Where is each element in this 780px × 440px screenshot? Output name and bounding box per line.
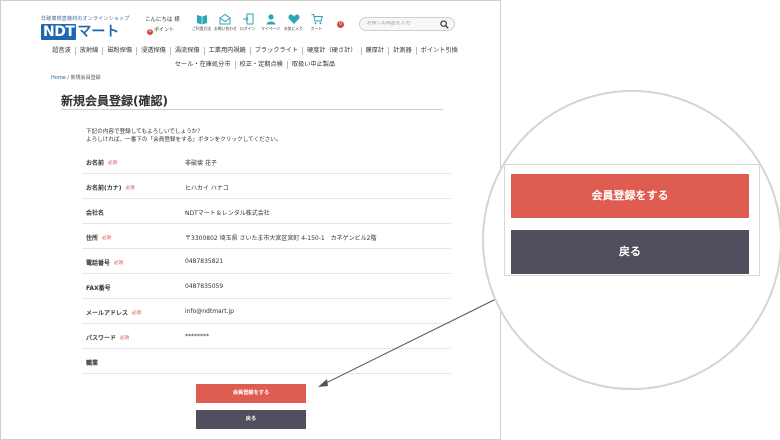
- row-phone: 電話番号 必須 0487835821: [82, 249, 451, 274]
- breadcrumb: Home / 新規会員登録: [51, 74, 101, 81]
- header-guide-link[interactable]: ご利用方法: [191, 13, 212, 32]
- nav-radiation[interactable]: 放射線: [74, 47, 103, 55]
- points-display: 0 ポイント: [147, 26, 174, 35]
- header-favorite-link[interactable]: お気に入り: [283, 13, 304, 32]
- field-label: メールアドレス 必須: [86, 310, 142, 317]
- nav-discontinued[interactable]: 取扱い中止製品: [286, 61, 339, 69]
- nav-calibration[interactable]: 校正・定期点検: [234, 61, 287, 69]
- nav-sale[interactable]: セール・在庫処分市: [171, 61, 235, 69]
- row-occupation: 職業: [82, 349, 451, 374]
- page-screenshot: 非破壊検査機材のオンラインショップ NDT マート こんにちは 様 0 ポイント ご…: [0, 0, 501, 440]
- required-badge: 必須: [114, 261, 124, 266]
- logo-ndt: NDT: [41, 24, 77, 40]
- field-label: お名前 必須: [86, 160, 118, 167]
- search-box: [359, 17, 455, 31]
- cart-count-badge: 0: [337, 21, 344, 28]
- header-cart-link[interactable]: カート: [306, 13, 327, 32]
- site-logo[interactable]: 非破壊検査機材のオンラインショップ NDT マート: [41, 15, 129, 40]
- nav-endoscope[interactable]: 工業用内視鏡: [203, 47, 250, 55]
- field-value: ヒハカイ ハナコ: [185, 185, 229, 192]
- nav-penetrant[interactable]: 浸透探傷: [136, 47, 170, 55]
- nav-point-exchange[interactable]: ポイント引換: [415, 47, 462, 55]
- login-icon: [242, 13, 253, 25]
- field-label: 職業: [86, 360, 99, 367]
- greeting-text: こんにちは 様: [145, 17, 180, 23]
- nav-ultrasonic[interactable]: 超音波: [48, 47, 75, 55]
- mypage-icon: [266, 14, 275, 25]
- row-address: 住所 必須 〒3300802 埼玉県 さいたま市大宮区宮町 4-150-1 カネゲ…: [82, 224, 451, 249]
- field-value: 非破壊 花子: [185, 160, 217, 167]
- register-button[interactable]: 会員登録をする: [196, 384, 306, 403]
- field-value: 0487835059: [185, 283, 224, 290]
- required-badge: 必須: [125, 186, 135, 191]
- guide-icon: [196, 15, 207, 25]
- field-value: 〒3300802 埼玉県 さいたま市大宮区宮町 4-150-1 カネゲンビル2階: [185, 235, 377, 242]
- nav-eddy-current[interactable]: 渦流探傷: [169, 47, 204, 55]
- favorite-icon: [287, 14, 300, 24]
- confirm-table: お名前 必須 非破壊 花子 お名前(カナ) 必須 ヒハカイ ハナコ 会社名 NDTマ…: [82, 149, 451, 374]
- guide-label: ご利用方法: [192, 26, 211, 31]
- required-badge: 必須: [102, 236, 112, 241]
- category-nav-row-1: 超音波 放射線 磁粉探傷 浸透探傷 渦流探傷 工業用内視鏡 ブラックライト 硬度…: [45, 47, 465, 55]
- category-nav-row-2: セール・在庫処分市 校正・定期点検 取扱い中止製品: [45, 61, 465, 69]
- required-badge: 必須: [132, 311, 142, 316]
- points-badge: 0: [147, 29, 153, 35]
- favorite-label: お気に入り: [284, 26, 303, 31]
- field-label: パスワード 必須: [86, 335, 130, 342]
- nav-thickness[interactable]: 膜厚計: [360, 47, 389, 55]
- row-email: メールアドレス 必須 info@ndtmart.jp: [82, 299, 451, 324]
- login-label: ログイン: [239, 26, 256, 31]
- mypage-label: マイページ: [261, 26, 280, 31]
- intro-text: 下記の内容で登録してもよろしいでしょうか？ よろしければ、一番下の「会員登録をす…: [86, 129, 281, 144]
- page-title: 新規会員登録(確認): [61, 94, 168, 108]
- search-input[interactable]: [367, 21, 437, 26]
- back-button[interactable]: 戻る: [196, 410, 306, 429]
- back-button-magnified[interactable]: 戻る: [511, 230, 749, 274]
- nav-magnetic-particle[interactable]: 磁粉探傷: [102, 47, 136, 55]
- contact-label: お問い合わせ: [214, 26, 237, 31]
- field-value: 0487835821: [185, 258, 224, 265]
- header-login-link[interactable]: ログイン: [237, 13, 258, 32]
- header-contact-link[interactable]: お問い合わせ: [214, 13, 237, 32]
- title-divider: [61, 109, 443, 110]
- row-fax: FAX番号 0487835059: [82, 274, 451, 299]
- row-name-kana: お名前(カナ) 必須 ヒハカイ ハナコ: [82, 174, 451, 199]
- field-label: 会社名: [86, 210, 105, 217]
- field-value: NDTマート＆レンタル株式会社: [185, 210, 270, 217]
- intro-line-1: 下記の内容で登録してもよろしいでしょうか？: [86, 129, 203, 135]
- cart-icon: [311, 14, 323, 25]
- row-password: パスワード 必須 ********: [82, 324, 451, 349]
- field-label: お名前(カナ) 必須: [86, 185, 135, 192]
- site-tagline: 非破壊検査機材のオンラインショップ: [41, 16, 130, 22]
- field-label: 電話番号 必須: [86, 260, 124, 267]
- nav-hardness[interactable]: 硬度計（硬さ計）: [302, 47, 361, 55]
- breadcrumb-current: 新規会員登録: [70, 75, 101, 81]
- header-mypage-link[interactable]: マイページ: [260, 13, 281, 32]
- field-value: info@ndtmart.jp: [185, 308, 234, 315]
- cart-label: カート: [310, 26, 323, 31]
- register-button-magnified[interactable]: 会員登録をする: [511, 174, 749, 218]
- logo-wordmark[interactable]: NDT マート: [41, 24, 129, 40]
- mail-icon: [219, 13, 230, 25]
- field-label: FAX番号: [86, 285, 111, 292]
- field-label: 住所 必須: [86, 235, 112, 242]
- field-value: ********: [185, 333, 209, 340]
- required-badge: 必須: [120, 336, 130, 341]
- points-label: ポイント: [154, 27, 175, 33]
- nav-blacklight[interactable]: ブラックライト: [249, 47, 302, 55]
- row-company: 会社名 NDTマート＆レンタル株式会社: [82, 199, 451, 224]
- header-icon-nav: ご利用方法 お問い合わせ ログイン マイページ お気に入り カート: [191, 13, 329, 32]
- logo-mart: マート: [77, 24, 120, 40]
- nav-instruments[interactable]: 計測器: [388, 47, 416, 55]
- intro-line-2: よろしければ、一番下の「会員登録をする」ボタンをクリックしてください。: [86, 136, 282, 143]
- breadcrumb-home[interactable]: Home: [51, 75, 66, 81]
- row-name: お名前 必須 非破壊 花子: [82, 149, 451, 174]
- search-icon[interactable]: [440, 20, 449, 29]
- required-badge: 必須: [108, 161, 118, 166]
